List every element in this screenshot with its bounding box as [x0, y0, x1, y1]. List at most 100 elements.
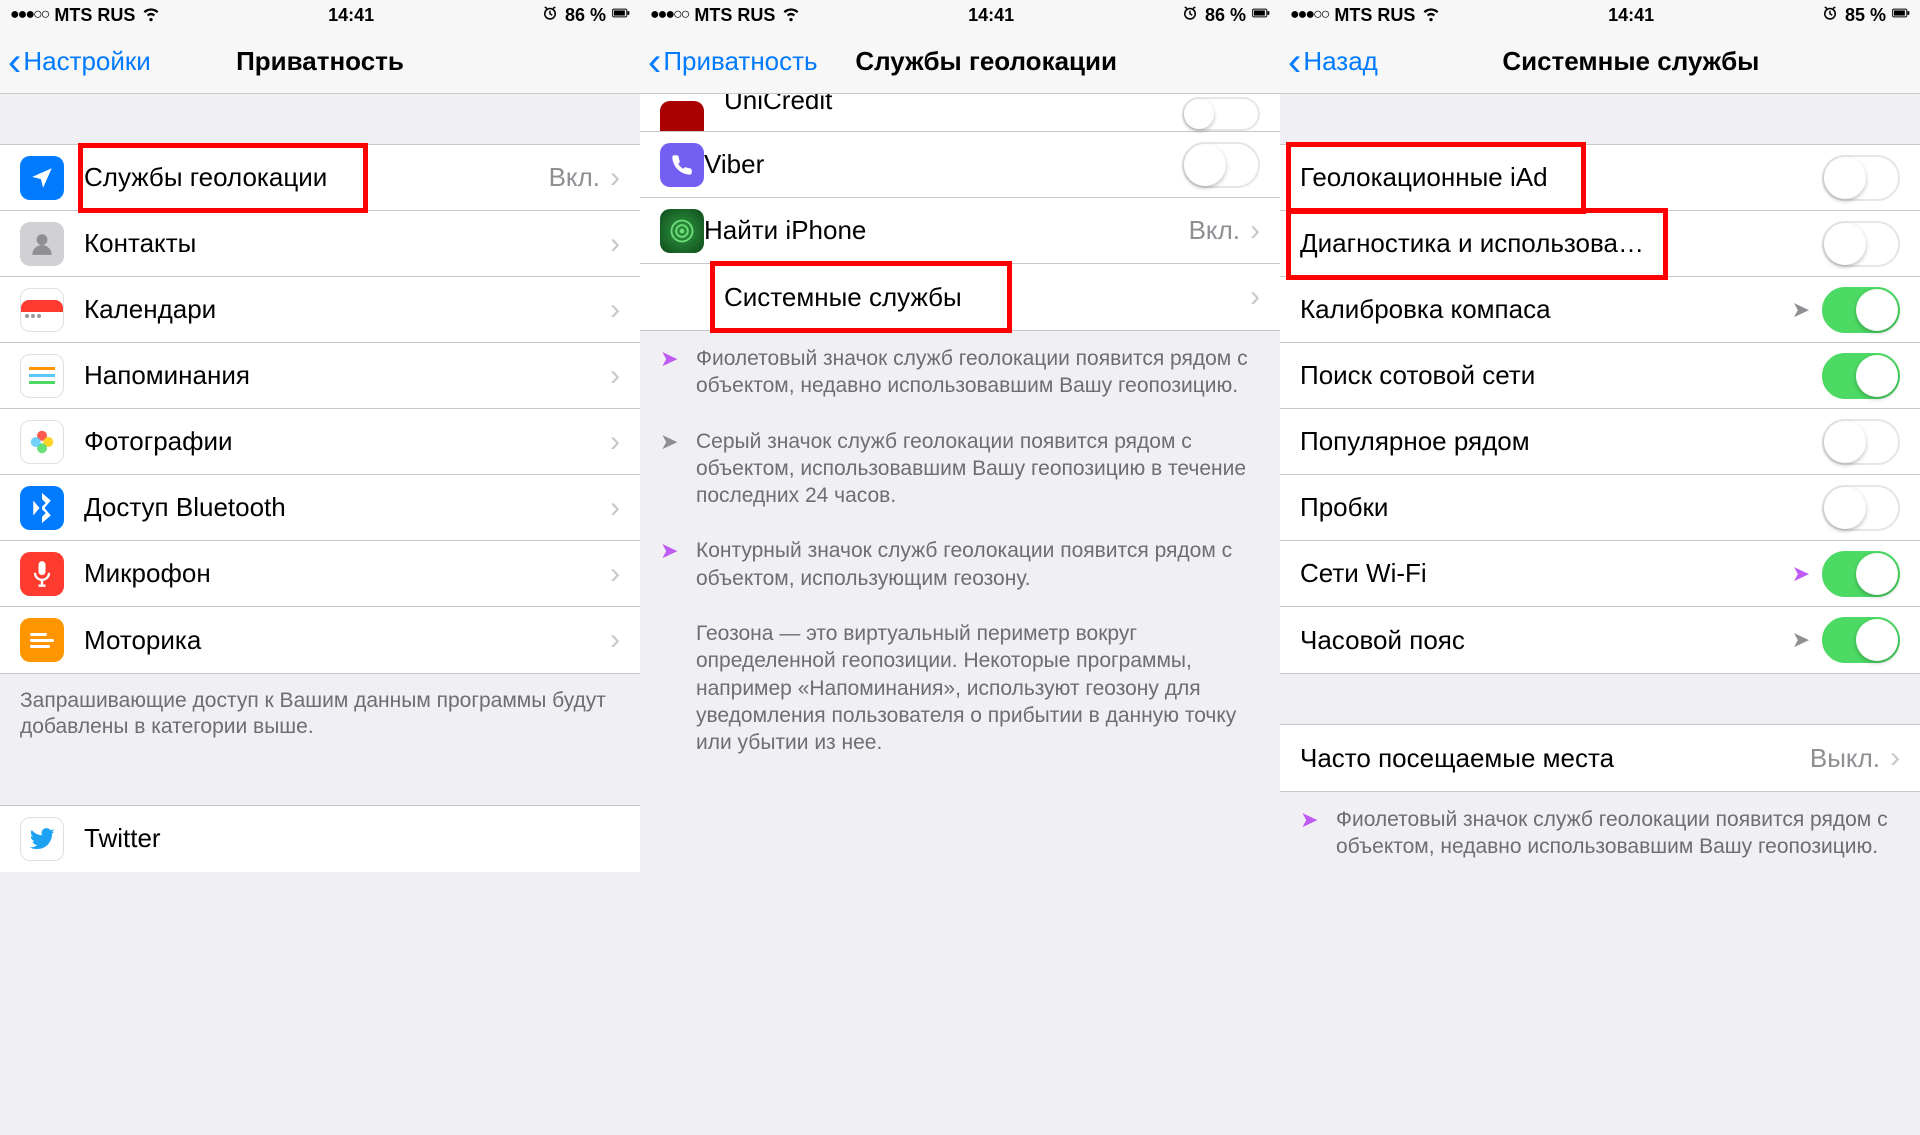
row-motorics[interactable]: Моторика › [0, 607, 640, 673]
back-button[interactable]: Назад [1303, 46, 1378, 77]
row-diagnostics[interactable]: Диагностика и использова… [1280, 211, 1920, 277]
back-chevron-icon[interactable]: ‹ [8, 42, 21, 82]
screen-system-services: ●●●○○ MTS RUS 14:41 85 % ‹ Назад Системн… [1280, 0, 1920, 1135]
row-value: Вкл. [1189, 215, 1240, 246]
row-calendars[interactable]: Календари › [0, 277, 640, 343]
row-label: Сети Wi-Fi [1300, 558, 1792, 589]
location-indicator-purple-icon: ➤ [1792, 561, 1810, 587]
toggle-switch[interactable] [1822, 485, 1900, 531]
row-frequent-locations[interactable]: Часто посещаемые места Выкл. › [1280, 725, 1920, 791]
status-bar: ●●●○○ MTS RUS 14:41 86 % [0, 0, 640, 30]
row-label: Фотографии [84, 426, 610, 457]
row-reminders[interactable]: Напоминания › [0, 343, 640, 409]
row-cell-search[interactable]: Поиск сотовой сети [1280, 343, 1920, 409]
row-bluetooth-access[interactable]: Доступ Bluetooth › [0, 475, 640, 541]
row-label: Моторика [84, 625, 610, 656]
chevron-right-icon: › [610, 227, 620, 261]
page-title: Системные службы [1502, 46, 1759, 77]
location-apps-list: UniCredit Viber Найти iPhone Вкл. › Сист… [640, 94, 1280, 331]
row-location-services[interactable]: Службы геолокации Вкл. › [0, 145, 640, 211]
row-popular-nearby[interactable]: Популярное рядом [1280, 409, 1920, 475]
chevron-right-icon: › [610, 293, 620, 327]
battery-percent-label: 86 % [1205, 5, 1246, 26]
status-bar: ●●●○○ MTS RUS 14:41 85 % [1280, 0, 1920, 30]
back-button[interactable]: Настройки [23, 46, 151, 77]
row-contacts[interactable]: Контакты › [0, 211, 640, 277]
system-services-list: Геолокационные iAd Диагностика и использ… [1280, 144, 1920, 674]
chevron-right-icon: › [1250, 214, 1260, 248]
row-label: Часовой пояс [1300, 625, 1792, 656]
row-label: Часто посещаемые места [1300, 743, 1810, 774]
toggle-switch[interactable] [1822, 353, 1900, 399]
row-label: Популярное рядом [1300, 426, 1822, 457]
carrier-label: MTS RUS [1334, 5, 1415, 26]
privacy-list-2: Twitter [0, 805, 640, 872]
signal-dots-icon: ●●●○○ [10, 6, 48, 24]
toggle-switch[interactable] [1822, 287, 1900, 333]
row-wifi-networks[interactable]: Сети Wi-Fi ➤ [1280, 541, 1920, 607]
chevron-right-icon: › [610, 491, 620, 525]
row-microphone[interactable]: Микрофон › [0, 541, 640, 607]
row-label: Микрофон [84, 558, 610, 589]
time-label: 14:41 [968, 5, 1014, 26]
toggle-switch[interactable] [1182, 97, 1260, 131]
screen-privacy: ●●●○○ MTS RUS 14:41 86 % ‹ Настройки При… [0, 0, 640, 1135]
back-button[interactable]: Приватность [663, 46, 817, 77]
back-chevron-icon[interactable]: ‹ [1288, 42, 1301, 82]
row-find-iphone[interactable]: Найти iPhone Вкл. › [640, 198, 1280, 264]
carrier-label: MTS RUS [694, 5, 775, 26]
battery-percent-label: 85 % [1845, 5, 1886, 26]
row-value: Выкл. [1810, 743, 1880, 774]
chevron-right-icon: › [610, 161, 620, 195]
alarm-icon [1181, 4, 1199, 27]
row-label: Контакты [84, 228, 610, 259]
row-location-iad[interactable]: Геолокационные iAd [1280, 145, 1920, 211]
wifi-icon [1421, 3, 1441, 28]
row-label: Калибровка компаса [1300, 294, 1792, 325]
row-photos[interactable]: Фотографии › [0, 409, 640, 475]
bluetooth-icon [20, 486, 64, 530]
row-label: Найти iPhone [704, 215, 1189, 246]
unicredit-icon [660, 101, 704, 131]
alarm-icon [1821, 4, 1839, 27]
row-system-services[interactable]: Системные службы › [640, 264, 1280, 330]
info-purple-arrow: ➤ Фиолетовый значок служб геолокации поя… [1280, 792, 1920, 875]
location-arrow-purple-icon: ➤ [660, 345, 678, 374]
screen-location-services: ●●●○○ MTS RUS 14:41 86 % ‹ Приватность С… [640, 0, 1280, 1135]
alarm-icon [541, 4, 559, 27]
toggle-switch[interactable] [1822, 221, 1900, 267]
row-traffic[interactable]: Пробки [1280, 475, 1920, 541]
page-title: Приватность [236, 46, 404, 77]
privacy-footer-note: Запрашивающие доступ к Вашим данным прог… [0, 674, 640, 755]
toggle-switch[interactable] [1822, 155, 1900, 201]
row-viber[interactable]: Viber [640, 132, 1280, 198]
toggle-switch[interactable] [1822, 551, 1900, 597]
battery-icon [1892, 4, 1910, 27]
row-label: Службы геолокации [84, 162, 549, 193]
find-iphone-icon [660, 209, 704, 253]
info-text: Фиолетовый значок служб геолокации появи… [1336, 808, 1888, 858]
info-text: Фиолетовый значок служб геолокации появи… [696, 347, 1248, 397]
toggle-switch[interactable] [1822, 419, 1900, 465]
page-title: Службы геолокации [855, 46, 1117, 77]
row-unicredit-partial[interactable]: UniCredit [640, 94, 1280, 132]
twitter-icon [20, 817, 64, 861]
back-chevron-icon[interactable]: ‹ [648, 42, 661, 82]
battery-percent-label: 86 % [565, 5, 606, 26]
row-compass-calibration[interactable]: Калибровка компаса ➤ [1280, 277, 1920, 343]
wifi-icon [781, 3, 801, 28]
status-bar: ●●●○○ MTS RUS 14:41 86 % [640, 0, 1280, 30]
row-twitter[interactable]: Twitter [0, 806, 640, 872]
chevron-right-icon: › [1890, 741, 1900, 775]
time-label: 14:41 [1608, 5, 1654, 26]
info-text: Контурный значок служб геолокации появит… [696, 539, 1232, 589]
wifi-icon [141, 3, 161, 28]
row-timezone[interactable]: Часовой пояс ➤ [1280, 607, 1920, 673]
row-label: Пробки [1300, 492, 1822, 523]
toggle-switch[interactable] [1822, 617, 1900, 663]
row-label: Viber [704, 149, 1182, 180]
location-indicator-gray-icon: ➤ [1792, 627, 1810, 653]
toggle-switch[interactable] [1182, 142, 1260, 188]
time-label: 14:41 [328, 5, 374, 26]
chevron-right-icon: › [610, 557, 620, 591]
